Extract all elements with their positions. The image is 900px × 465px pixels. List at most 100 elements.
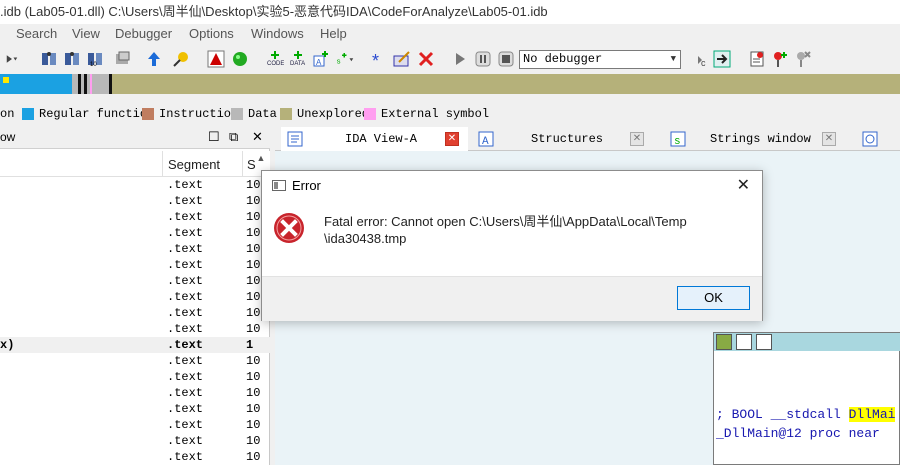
segment-cell: .text — [167, 258, 204, 272]
green-circle-icon[interactable] — [231, 50, 249, 68]
close-tab-icon[interactable]: ✕ — [822, 132, 836, 146]
close-icon[interactable]: ✕ — [252, 129, 263, 145]
menu-options[interactable]: Options — [189, 26, 234, 41]
tab-structures[interactable]: A Structures ✕ — [475, 127, 650, 151]
toolbar: 10 CODE DATA A s * No debugger ▼ c — [0, 45, 900, 73]
script-icon[interactable] — [172, 50, 190, 68]
legend-label: Data — [248, 107, 277, 121]
table-row[interactable]: .text 10 — [0, 257, 270, 273]
menu-view[interactable]: View — [72, 26, 100, 41]
dialog-titlebar: Error ✕ — [262, 171, 762, 201]
play-icon[interactable] — [451, 50, 469, 68]
attach-icon[interactable] — [713, 50, 731, 68]
legend-swatch — [142, 108, 154, 120]
menu-help[interactable]: Help — [320, 26, 347, 41]
legend-swatch — [22, 108, 34, 120]
close-tab-icon[interactable]: ✕ — [445, 132, 459, 146]
scroll-up-arrow[interactable]: ▲ — [253, 153, 269, 167]
ok-button[interactable]: OK — [677, 286, 750, 310]
color-palette-icon[interactable] — [716, 334, 732, 350]
table-row[interactable]: .text 10 — [0, 241, 270, 257]
table-row[interactable]: .text 10 — [0, 305, 270, 321]
functions-panel-header: ow ☐ ⧉ ✕ — [0, 127, 270, 149]
table-row[interactable]: .text 10 — [0, 369, 270, 385]
dialog-message-line: Fatal error: Cannot open C:\Users\周半仙\Ap… — [324, 214, 687, 229]
forward-arrow-icon[interactable] — [0, 50, 24, 68]
warning-icon[interactable] — [207, 50, 225, 68]
segment-cell: .text — [167, 386, 204, 400]
make-code-icon[interactable]: CODE — [266, 50, 284, 68]
legend: on Regular function Instruction Data Une… — [0, 104, 900, 124]
start-cell: 10 — [246, 194, 261, 208]
navigator-icon[interactable] — [114, 50, 132, 68]
close-icon[interactable]: ✕ — [737, 175, 750, 195]
tab-ida-view-a[interactable]: IDA View-A ✕ — [281, 127, 468, 151]
rename-icon[interactable] — [393, 50, 411, 68]
tab-more[interactable] — [860, 127, 890, 151]
delete-icon[interactable] — [417, 50, 435, 68]
segment-cell: .text — [167, 210, 204, 224]
graph-layout-icon[interactable] — [756, 334, 772, 350]
table-row[interactable]: .text 10 — [0, 321, 270, 337]
maximize-icon[interactable]: ☐ — [208, 129, 220, 145]
segment-cell: .text — [167, 338, 204, 352]
dialog-title: Error — [292, 178, 321, 193]
debugger-select[interactable]: No debugger ▼ — [519, 50, 681, 69]
table-row[interactable]: .text 10 — [0, 209, 270, 225]
menu-search[interactable]: Search — [16, 26, 57, 41]
pause-icon[interactable] — [474, 50, 492, 68]
column-segment[interactable]: Segment — [168, 157, 220, 172]
table-row[interactable]: .text 10 — [0, 449, 270, 465]
tab-label: Structures — [531, 132, 604, 146]
table-row[interactable]: .text 10 — [0, 385, 270, 401]
edit-node-icon[interactable] — [736, 334, 752, 350]
start-cell: 10 — [246, 274, 261, 288]
asterisk-icon[interactable]: * — [370, 50, 388, 68]
make-string-icon[interactable]: A — [312, 50, 330, 68]
close-tab-icon[interactable]: ✕ — [630, 132, 644, 146]
start-cell: 10 — [246, 210, 261, 224]
column-divider[interactable] — [242, 151, 243, 177]
menu-debugger[interactable]: Debugger — [115, 26, 172, 41]
up-arrow-icon[interactable] — [145, 50, 163, 68]
navigation-band[interactable] — [0, 74, 900, 94]
menu-windows[interactable]: Windows — [251, 26, 304, 41]
ida-view-icon — [287, 131, 303, 147]
add-breakpoint-icon[interactable] — [771, 50, 789, 68]
make-data-icon[interactable]: DATA — [289, 50, 307, 68]
table-row[interactable]: .text 10 — [0, 417, 270, 433]
start-cell: 10 — [246, 370, 261, 384]
table-row[interactable]: .text 10 — [0, 177, 270, 193]
segment-cell: .text — [167, 450, 204, 464]
restore-icon[interactable]: ⧉ — [229, 129, 238, 145]
table-row[interactable]: .text 10 — [0, 289, 270, 305]
tab-strings-window[interactable]: s Strings window ✕ — [667, 127, 842, 151]
list-icon[interactable] — [40, 50, 58, 68]
code-line: _DllMain@12 proc near — [716, 426, 880, 441]
table-row[interactable]: .text 10 — [0, 273, 270, 289]
graph-overview[interactable] — [713, 332, 900, 465]
make-struct-icon[interactable]: s — [336, 50, 360, 68]
error-dialog: Error ✕ Fatal error: Cannot open C:\User… — [261, 170, 763, 321]
legend-label: Unexplored — [297, 107, 370, 121]
table-row[interactable]: .text 10 — [0, 193, 270, 209]
table-row[interactable]: .text 10 — [0, 353, 270, 369]
start-cell: 10 — [246, 450, 261, 464]
functions-panel: ow ☐ ⧉ ✕ Segment S ▲ .text 10 .text 10 .text… — [0, 127, 270, 465]
svg-text:*: * — [372, 51, 379, 68]
table-row[interactable]: x) .text 1 — [0, 337, 270, 353]
column-divider[interactable] — [162, 151, 163, 177]
table-row[interactable]: .text 10 — [0, 401, 270, 417]
function-list-icon[interactable] — [63, 50, 81, 68]
hex-view-icon — [862, 131, 878, 147]
breakpoint-list-icon[interactable] — [748, 50, 766, 68]
remove-breakpoint-icon[interactable] — [794, 50, 812, 68]
trace-icon[interactable]: c — [690, 50, 708, 68]
stop-icon[interactable] — [497, 50, 515, 68]
table-row[interactable]: .text 10 — [0, 225, 270, 241]
segment-cell: .text — [167, 274, 204, 288]
start-cell: 10 — [246, 226, 261, 240]
table-row[interactable]: .text 10 — [0, 433, 270, 449]
svg-text:CODE: CODE — [267, 61, 284, 67]
hex-list-icon[interactable]: 10 — [86, 50, 104, 68]
